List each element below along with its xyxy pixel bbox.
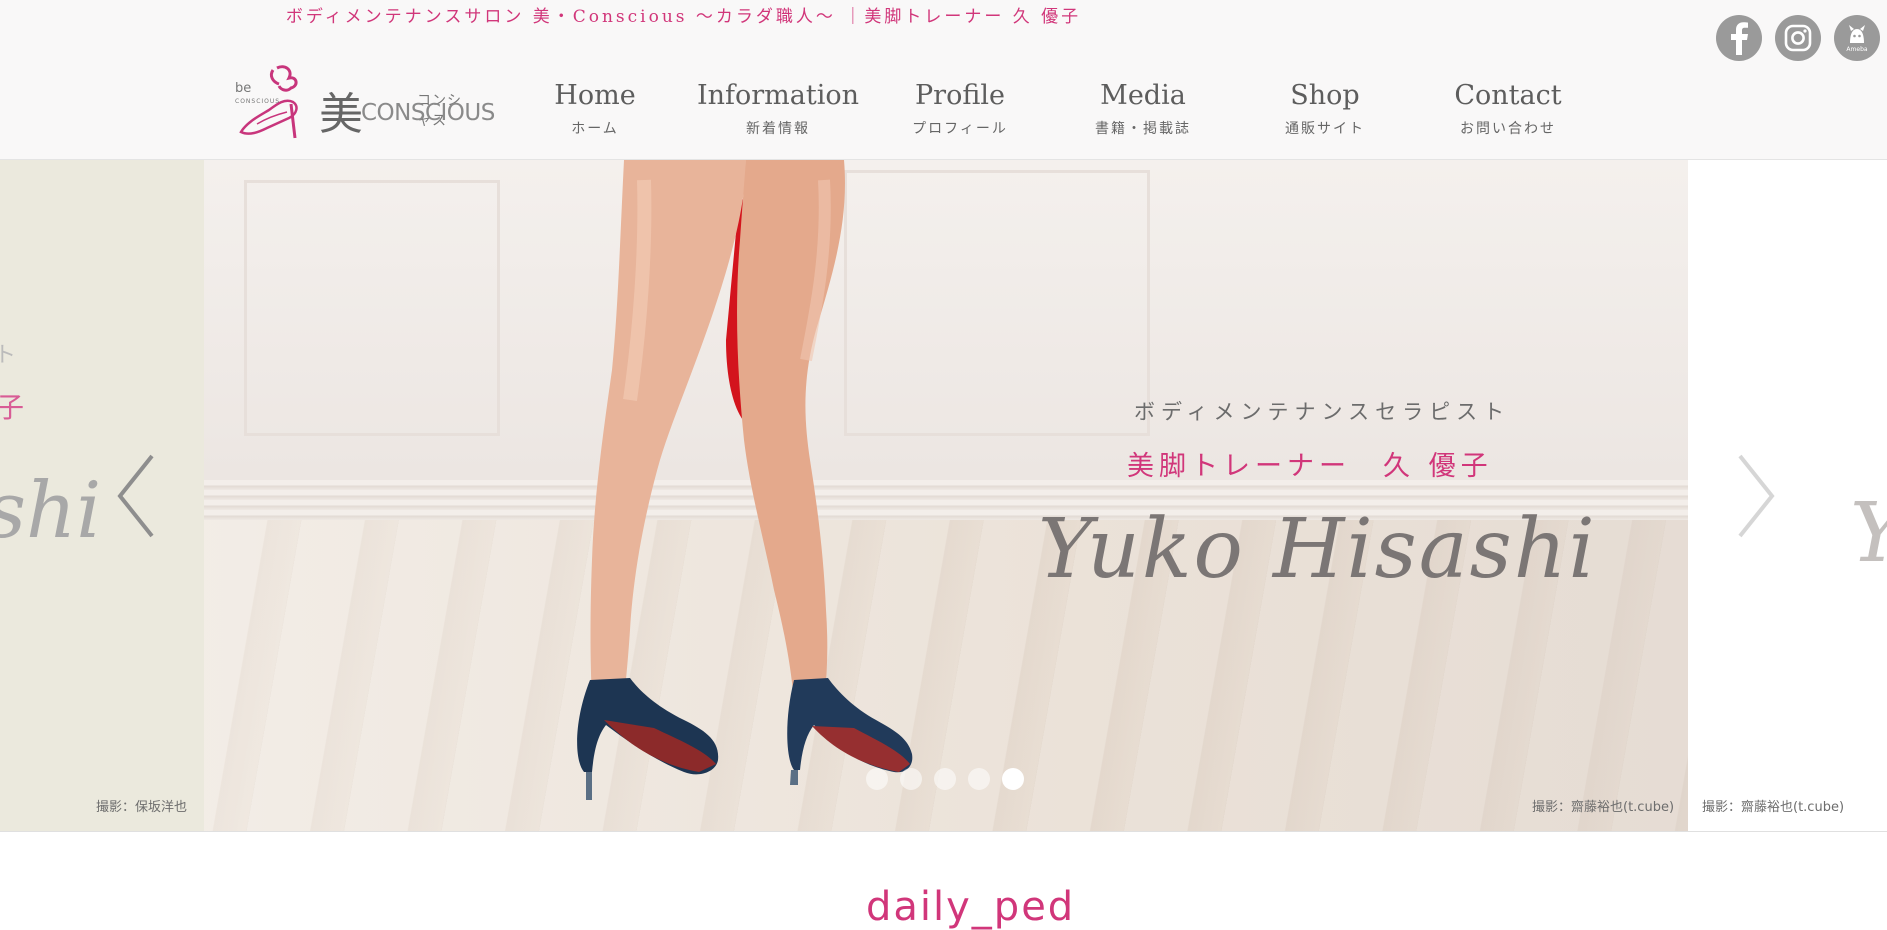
slide-previous-text-fragment: ト (0, 337, 16, 369)
chevron-right-icon (1738, 454, 1775, 538)
slider-prev-arrow[interactable] (114, 452, 158, 540)
nav-shop[interactable]: Shop 通販サイト (1235, 78, 1415, 138)
slide-headline-name-jp: 美脚トレーナー 久 優子 (1127, 451, 1493, 482)
slider-dot-4[interactable] (968, 768, 990, 790)
nav-home-label: Home (554, 80, 636, 111)
nav-shop-sublabel: 通販サイト (1285, 121, 1365, 137)
ameba-icon: Ameba (1846, 25, 1868, 53)
nav-media[interactable]: Media 書籍・掲載誌 (1053, 78, 1233, 138)
slider-dot-2[interactable] (900, 768, 922, 790)
nav-media-label: Media (1100, 80, 1186, 111)
section-heading-partial: daily_ped (866, 884, 1076, 930)
nav-information-sublabel: 新着情報 (746, 121, 810, 137)
nav-profile-sublabel: プロフィール (912, 121, 1008, 137)
nav-profile-label: Profile (915, 80, 1005, 111)
nav-shop-label: Shop (1290, 80, 1360, 111)
slide-current-photo-credit: 撮影：齋藤裕也(t.cube) (1532, 800, 1675, 815)
hero-slider: ト 子 shi 撮影：保坂洋也 (0, 160, 1887, 832)
facebook-icon (1731, 22, 1748, 55)
nav-contact[interactable]: Contact お問い合わせ (1418, 78, 1598, 138)
slide-next: Y 撮影：齋藤裕也(t.cube) (1688, 160, 1887, 831)
nav-media-sublabel: 書籍・掲載誌 (1095, 121, 1191, 137)
slide-previous-script-fragment: shi (0, 466, 102, 556)
slider-pagination (866, 768, 1024, 790)
slide-previous-photo-credit: 撮影：保坂洋也 (96, 800, 188, 815)
instagram-link[interactable] (1775, 15, 1821, 61)
instagram-icon (1784, 24, 1812, 52)
slide-previous: ト 子 shi 撮影：保坂洋也 (0, 160, 204, 831)
nav-contact-label: Contact (1454, 80, 1562, 111)
slide-current: ボディメンテナンスセラピスト 美脚トレーナー 久 優子 Yuko Hisashi… (204, 160, 1688, 831)
nav-home-sublabel: ホーム (571, 121, 619, 137)
slide-next-photo-credit: 撮影：齋藤裕也(t.cube) (1702, 800, 1845, 815)
slider-dot-1[interactable] (866, 768, 888, 790)
nav-contact-sublabel: お問い合わせ (1460, 121, 1556, 137)
slider-next-arrow[interactable] (1734, 452, 1778, 540)
slider-dot-5[interactable] (1002, 768, 1024, 790)
svg-text:Ameba: Ameba (1846, 46, 1867, 53)
slide-headline-title: ボディメンテナンスセラピスト (1134, 400, 1511, 424)
nav-information[interactable]: Information 新着情報 (688, 78, 868, 138)
nav-profile[interactable]: Profile プロフィール (870, 78, 1050, 138)
ameba-link[interactable]: Ameba (1834, 15, 1880, 61)
slide-previous-text-fragment-pink: 子 (0, 386, 24, 426)
model-legs-illustration (577, 160, 913, 800)
slide-headline-name-script: Yuko Hisashi (1038, 502, 1597, 597)
site-tagline: ボディメンテナンスサロン 美・Conscious 〜カラダ職人〜 ｜美脚トレーナ… (285, 7, 1082, 27)
site-header: ボディメンテナンスサロン 美・Conscious 〜カラダ職人〜 ｜美脚トレーナ… (0, 0, 1887, 160)
nav-home[interactable]: Home ホーム (505, 78, 685, 138)
slide-next-script-fragment: Y (1850, 486, 1887, 581)
facebook-link[interactable] (1716, 15, 1762, 61)
slider-dot-3[interactable] (934, 768, 956, 790)
nav-information-label: Information (696, 80, 860, 111)
main-nav: Home ホーム Information 新着情報 Profile プロフィール… (0, 78, 1887, 148)
chevron-left-icon (117, 454, 154, 538)
